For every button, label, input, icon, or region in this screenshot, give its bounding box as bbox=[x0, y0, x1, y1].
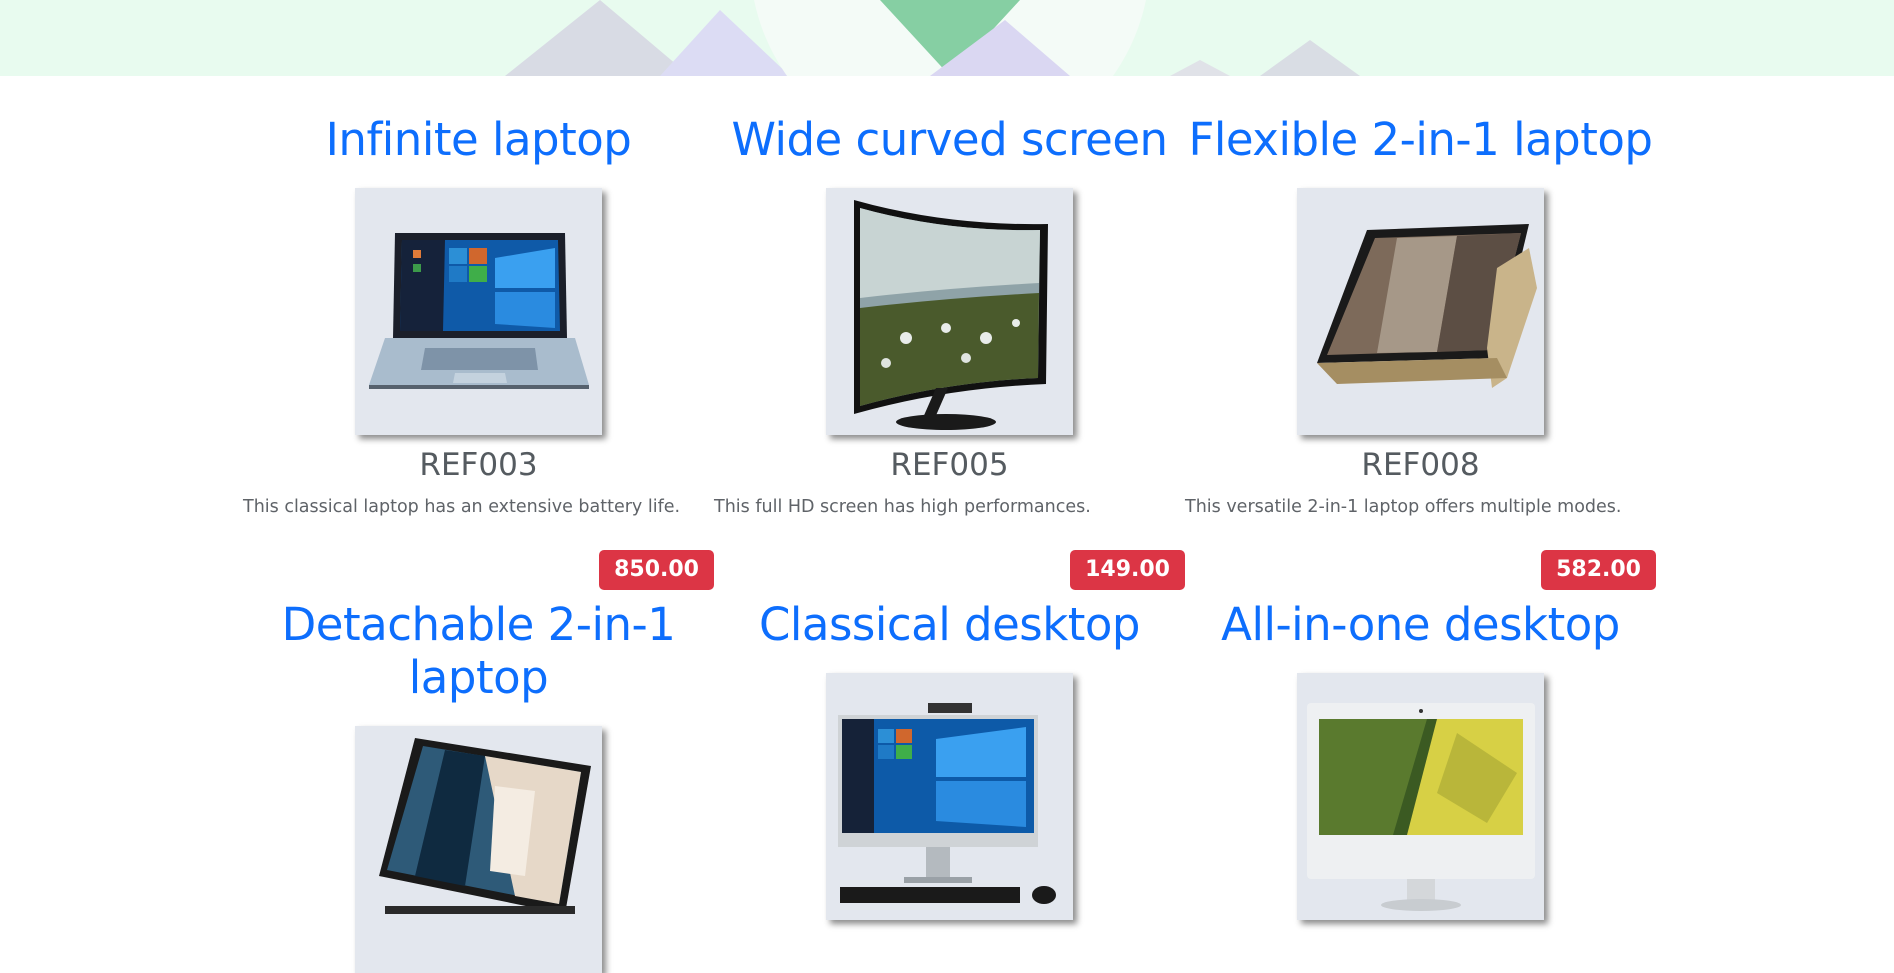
product-card[interactable]: Flexible 2-in-1 laptop REF008 This versa… bbox=[1185, 113, 1656, 590]
all-in-one-desktop-image[interactable] bbox=[1297, 673, 1544, 920]
price-badge: 582.00 bbox=[1541, 550, 1656, 590]
laptop-image[interactable] bbox=[355, 188, 602, 435]
detachable-tablet-image[interactable] bbox=[355, 726, 602, 973]
price-badge: 149.00 bbox=[1070, 550, 1185, 590]
product-description: This versatile 2-in-1 laptop offers mult… bbox=[1185, 497, 1622, 517]
desktop-computer-image[interactable] bbox=[826, 673, 1073, 920]
product-reference: REF005 bbox=[890, 447, 1009, 483]
product-card[interactable]: Classical desktop bbox=[714, 598, 1185, 920]
product-title[interactable]: Detachable 2-in-1 laptop bbox=[243, 598, 714, 704]
product-title[interactable]: Flexible 2-in-1 laptop bbox=[1185, 113, 1656, 166]
hero-illustration bbox=[0, 0, 1894, 76]
product-reference: REF003 bbox=[419, 447, 538, 483]
curved-monitor-image[interactable] bbox=[826, 188, 1073, 435]
product-card[interactable]: All-in-one desktop bbox=[1185, 598, 1656, 920]
product-reference: REF008 bbox=[1361, 447, 1480, 483]
product-card[interactable]: Infinite laptop REF003 This classical la… bbox=[243, 113, 714, 590]
product-description: This classical laptop has an extensive b… bbox=[243, 497, 681, 517]
product-title[interactable]: Wide curved screen bbox=[714, 113, 1185, 166]
product-title[interactable]: Classical desktop bbox=[714, 598, 1185, 651]
convertible-laptop-image[interactable] bbox=[1297, 188, 1544, 435]
product-title[interactable]: Infinite laptop bbox=[243, 113, 714, 166]
price-badge: 850.00 bbox=[599, 550, 714, 590]
product-title[interactable]: All-in-one desktop bbox=[1185, 598, 1656, 651]
hero-banner bbox=[0, 0, 1894, 76]
product-card[interactable]: Wide curved screen REF005 This full HD s… bbox=[714, 113, 1185, 590]
product-card[interactable]: Detachable 2-in-1 laptop bbox=[243, 598, 714, 973]
product-description: This full HD screen has high performance… bbox=[714, 497, 1091, 517]
